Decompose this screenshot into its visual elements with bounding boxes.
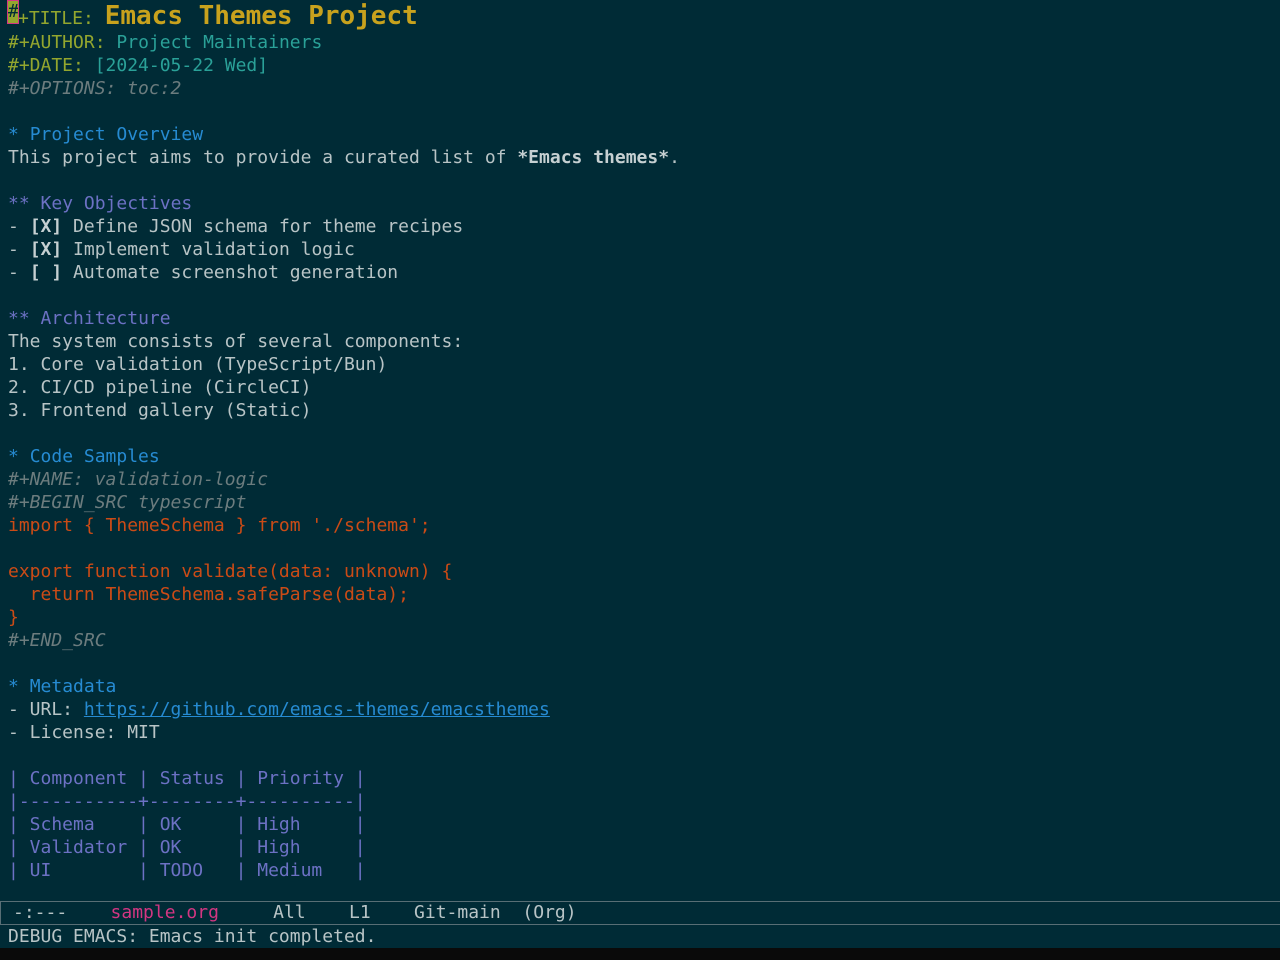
heading-text: Architecture bbox=[40, 308, 171, 329]
bullet: - bbox=[8, 239, 30, 260]
heading-metadata[interactable]: * Metadata bbox=[8, 675, 1272, 698]
heading-key-objectives[interactable]: ** Key Objectives bbox=[8, 192, 1272, 215]
table-row[interactable]: | Validator | OK | High | bbox=[8, 836, 1272, 859]
table-row[interactable]: | Schema | OK | High | bbox=[8, 813, 1272, 836]
heading-stars: ** bbox=[8, 308, 30, 329]
heading-stars: * bbox=[8, 676, 19, 697]
title-line: #+TITLE: Emacs Themes Project bbox=[7, 0, 1272, 31]
author-keyword: #+AUTHOR: bbox=[8, 32, 106, 53]
text-cursor: # bbox=[7, 0, 19, 24]
mode-line[interactable]: -:--- sample.org All L1 Git-main (Org) bbox=[0, 901, 1280, 925]
org-buffer[interactable]: #+TITLE: Emacs Themes Project #+AUTHOR: … bbox=[7, 0, 1272, 882]
checkbox[interactable]: [X] bbox=[30, 239, 63, 260]
modeline-status: -:--- bbox=[13, 902, 68, 923]
overview-paragraph: This project aims to provide a curated l… bbox=[8, 146, 1272, 169]
heading-stars: * bbox=[8, 124, 19, 145]
code-line: return ThemeSchema.safeParse(data); bbox=[8, 584, 409, 605]
src-end-line: #+END_SRC bbox=[8, 630, 106, 651]
checkbox[interactable]: [ ] bbox=[30, 262, 63, 283]
bold-text: *Emacs themes* bbox=[517, 147, 670, 168]
heading-text: Project Overview bbox=[29, 124, 204, 145]
emacs-frame: #+TITLE: Emacs Themes Project #+AUTHOR: … bbox=[0, 0, 1280, 960]
document-title: Emacs Themes Project bbox=[104, 1, 418, 31]
heading-stars: * bbox=[8, 446, 19, 467]
url-prefix: - URL: bbox=[8, 699, 84, 720]
modeline-major-mode[interactable]: (Org) bbox=[522, 902, 576, 924]
url-line: - URL: https://github.com/emacs-themes/e… bbox=[8, 698, 1272, 721]
checkbox[interactable]: [X] bbox=[30, 216, 63, 237]
title-keyword: +TITLE: bbox=[18, 8, 105, 29]
checklist-item[interactable]: - [ ] Automate screenshot generation bbox=[8, 261, 1272, 284]
heading-architecture[interactable]: ** Architecture bbox=[8, 307, 1272, 330]
paragraph-end: . bbox=[669, 147, 680, 168]
checklist-item[interactable]: - [X] Implement validation logic bbox=[8, 238, 1272, 261]
code-line: import { ThemeSchema } from './schema'; bbox=[8, 515, 431, 536]
frame-bottom-edge bbox=[0, 948, 1280, 960]
numbered-item: 3. Frontend gallery (Static) bbox=[8, 400, 312, 421]
code-line: export function validate(data: unknown) … bbox=[8, 561, 453, 582]
heading-project-overview[interactable]: * Project Overview bbox=[8, 123, 1272, 146]
author-value: Project Maintainers bbox=[116, 32, 323, 53]
date-value: [2024-05-22 Wed] bbox=[94, 55, 269, 76]
echo-area: DEBUG EMACS: Emacs init completed. bbox=[8, 926, 377, 947]
paragraph-text: This project aims to provide a curated l… bbox=[8, 147, 518, 168]
heading-stars: ** bbox=[8, 193, 30, 214]
heading-text: Code Samples bbox=[29, 446, 160, 467]
options-line: #+OPTIONS: toc:2 bbox=[8, 78, 182, 99]
checklist-text: Automate screenshot generation bbox=[62, 262, 399, 283]
numbered-item: 1. Core validation (TypeScript/Bun) bbox=[8, 354, 388, 375]
modeline-buffer-name[interactable]: sample.org bbox=[111, 902, 219, 924]
table-row[interactable]: | Component | Status | Priority | bbox=[8, 767, 1272, 790]
modeline-line-number: L1 bbox=[348, 902, 371, 923]
bullet: - bbox=[8, 216, 30, 237]
date-line: #+DATE: [2024-05-22 Wed] bbox=[8, 54, 1272, 77]
checklist-item[interactable]: - [X] Define JSON schema for theme recip… bbox=[8, 215, 1272, 238]
bullet: - bbox=[8, 262, 30, 283]
author-line: #+AUTHOR: Project Maintainers bbox=[8, 31, 1272, 54]
src-begin-line: #+BEGIN_SRC typescript bbox=[8, 492, 247, 513]
license-line: - License: MIT bbox=[8, 722, 160, 743]
src-name-line: #+NAME: validation-logic bbox=[8, 469, 269, 490]
table-row[interactable]: |-----------+--------+----------| bbox=[8, 790, 1272, 813]
code-line: } bbox=[8, 607, 19, 628]
checklist-text: Implement validation logic bbox=[62, 239, 355, 260]
table-row[interactable]: | UI | TODO | Medium | bbox=[8, 859, 1272, 882]
heading-text: Metadata bbox=[29, 676, 117, 697]
checklist-text: Define JSON schema for theme recipes bbox=[62, 216, 464, 237]
repo-link[interactable]: https://github.com/emacs-themes/emacsthe… bbox=[84, 699, 550, 720]
modeline-vc[interactable]: Git-main bbox=[414, 902, 501, 924]
modeline-position: All bbox=[273, 902, 306, 923]
heading-code-samples[interactable]: * Code Samples bbox=[8, 445, 1272, 468]
architecture-intro: The system consists of several component… bbox=[8, 331, 464, 352]
date-keyword: #+DATE: bbox=[8, 55, 84, 76]
heading-text: Key Objectives bbox=[40, 193, 193, 214]
numbered-item: 2. CI/CD pipeline (CircleCI) bbox=[8, 377, 312, 398]
